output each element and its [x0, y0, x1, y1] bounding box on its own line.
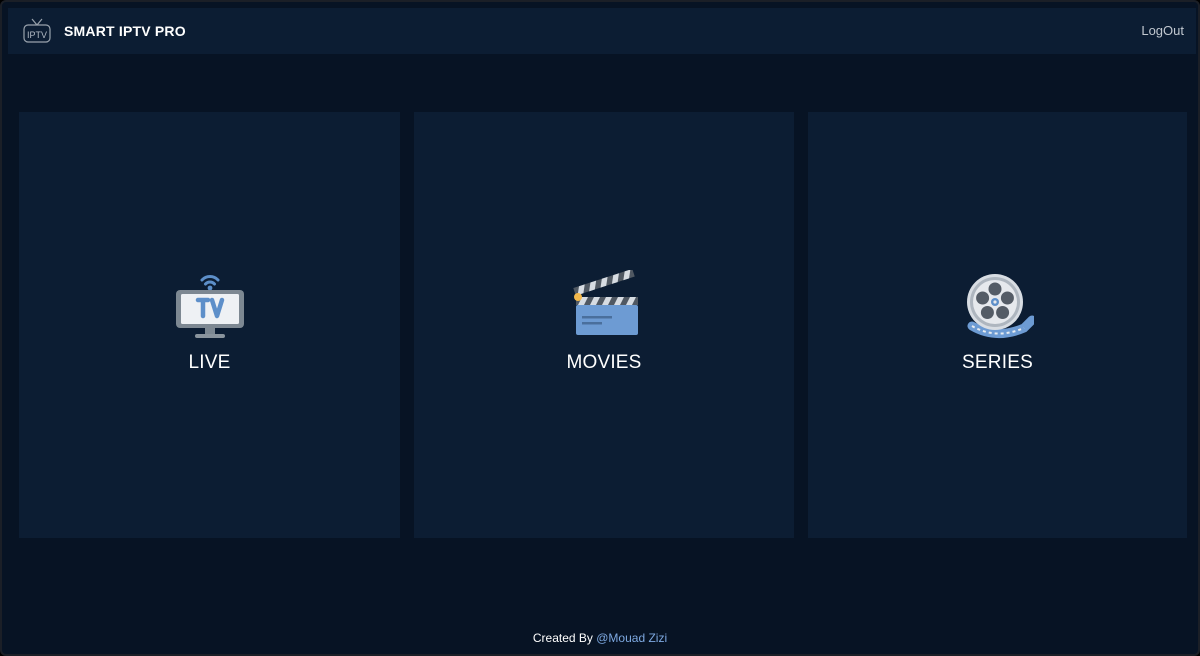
top-navbar: IPTV SMART IPTV PRO LogOut	[8, 8, 1196, 54]
category-label-live: LIVE	[188, 352, 231, 373]
category-card-live[interactable]: LIVE	[19, 112, 400, 538]
category-label-series: SERIES	[962, 352, 1033, 373]
film-reel-icon	[966, 274, 1034, 338]
logo-text: IPTV	[27, 30, 47, 40]
app-window: IPTV SMART IPTV PRO LogOut LIVE MOVIES S…	[0, 0, 1200, 656]
category-grid: LIVE MOVIES SERIES	[19, 112, 1187, 538]
iptv-logo-icon: IPTV	[23, 18, 51, 43]
brand-title: SMART IPTV PRO	[64, 23, 186, 39]
author-link[interactable]: @Mouad Zizi	[596, 631, 667, 645]
category-card-movies[interactable]: MOVIES	[414, 112, 794, 538]
footer-prefix: Created By	[532, 631, 593, 645]
logout-button[interactable]: LogOut	[1141, 8, 1184, 54]
category-card-series[interactable]: SERIES	[808, 112, 1187, 538]
tv-icon	[175, 275, 244, 338]
category-label-movies: MOVIES	[566, 352, 642, 373]
footer: Created By @Mouad Zizi	[2, 631, 1198, 645]
brand-link[interactable]: IPTV SMART IPTV PRO	[22, 8, 186, 54]
clapperboard-icon	[573, 270, 638, 335]
